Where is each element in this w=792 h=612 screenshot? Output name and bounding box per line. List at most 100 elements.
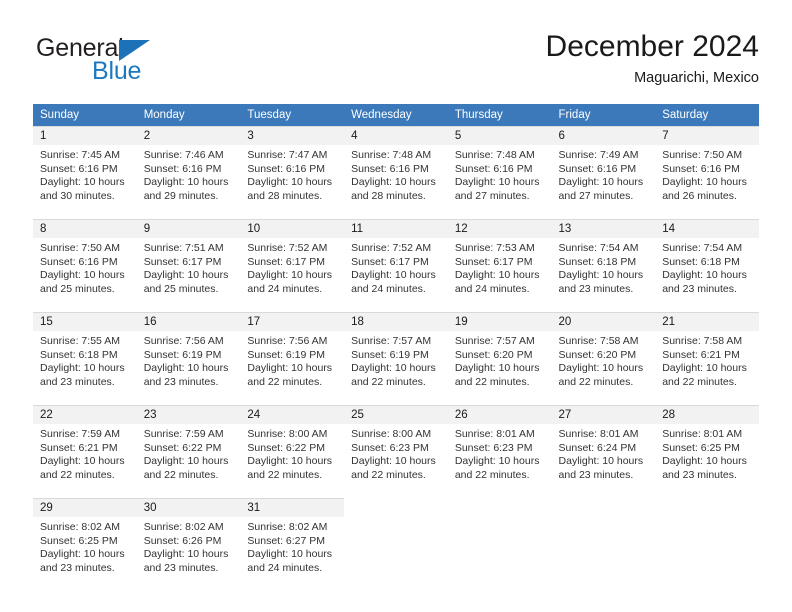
day-info-cell[interactable]: Sunrise: 7:56 AM Sunset: 6:19 PM Daylight:… xyxy=(136,331,241,406)
daylight-text-line1: Daylight: 10 hours xyxy=(662,176,747,189)
day-info-cell[interactable]: Sunrise: 8:02 AM Sunset: 6:27 PM Daylight:… xyxy=(240,517,345,591)
daylight-text-line1: Daylight: 10 hours xyxy=(247,269,333,282)
sunset-text: Sunset: 6:16 PM xyxy=(247,162,326,175)
day-number-cell[interactable]: 18 xyxy=(344,312,448,331)
day-info-cell[interactable]: Sunrise: 7:54 AM Sunset: 6:18 PM Daylight:… xyxy=(551,238,656,313)
daylight-text-line2: and 24 minutes. xyxy=(247,282,323,295)
sunrise-text: Sunrise: 7:47 AM xyxy=(247,149,328,161)
day-number-cell[interactable]: 28 xyxy=(655,405,759,424)
day-info: Sunrise: 7:54 AM Sunset: 6:18 PM Daylight:… xyxy=(655,238,759,296)
day-info-cell[interactable]: Sunrise: 7:58 AM Sunset: 6:21 PM Daylight:… xyxy=(655,331,759,406)
day-info-cell[interactable]: Sunrise: 8:02 AM Sunset: 6:26 PM Daylight:… xyxy=(136,517,241,591)
day-number-cell[interactable]: 20 xyxy=(551,312,656,331)
day-info-cell[interactable]: Sunrise: 8:00 AM Sunset: 6:22 PM Daylight:… xyxy=(240,424,345,499)
day-number-cell[interactable]: 19 xyxy=(447,312,552,331)
day-number-cell[interactable]: 11 xyxy=(344,219,448,238)
day-info: Sunrise: 7:46 AM Sunset: 6:16 PM Daylight:… xyxy=(137,145,241,203)
daylight-text-line2: and 22 minutes. xyxy=(40,468,115,481)
daylight-text-line2: and 29 minutes. xyxy=(143,189,219,202)
day-number-cell[interactable]: 22 xyxy=(33,405,137,424)
day-number-cell[interactable]: 4 xyxy=(344,126,448,145)
day-number: 9 xyxy=(143,223,151,235)
sunset-text: Sunset: 6:17 PM xyxy=(454,255,533,268)
day-info-cell[interactable]: Sunrise: 7:55 AM Sunset: 6:18 PM Daylight:… xyxy=(33,331,137,406)
sunrise-text: Sunrise: 8:01 AM xyxy=(662,428,743,440)
daylight-text-line2: and 25 minutes. xyxy=(143,282,219,295)
day-info-cell[interactable]: Sunrise: 7:52 AM Sunset: 6:17 PM Daylight:… xyxy=(344,238,448,313)
day-number-cell[interactable]: 15 xyxy=(33,312,137,331)
day-number-cell[interactable]: 7 xyxy=(655,126,759,145)
day-number-cell[interactable]: 21 xyxy=(655,312,759,331)
day-info-cell[interactable]: Sunrise: 7:50 AM Sunset: 6:16 PM Daylight:… xyxy=(655,145,759,220)
day-number-cell[interactable]: 5 xyxy=(447,126,552,145)
day-number-cell[interactable]: 31 xyxy=(240,498,345,517)
empty-day-cell xyxy=(344,498,448,517)
day-number-cell[interactable]: 2 xyxy=(136,126,241,145)
daylight-text-line2: and 23 minutes. xyxy=(40,561,115,574)
day-info-cell[interactable]: Sunrise: 8:00 AM Sunset: 6:23 PM Daylight:… xyxy=(344,424,448,499)
day-info-cell[interactable]: Sunrise: 7:54 AM Sunset: 6:18 PM Daylight:… xyxy=(655,238,759,313)
day-info: Sunrise: 7:51 AM Sunset: 6:17 PM Daylight:… xyxy=(137,238,241,296)
day-info-cell[interactable]: Sunrise: 7:58 AM Sunset: 6:20 PM Daylight:… xyxy=(551,331,656,406)
daylight-text-line1: Daylight: 10 hours xyxy=(662,269,747,282)
day-info-cell[interactable]: Sunrise: 8:02 AM Sunset: 6:25 PM Daylight:… xyxy=(33,517,137,591)
day-info-cell[interactable]: Sunrise: 7:51 AM Sunset: 6:17 PM Daylight:… xyxy=(136,238,241,313)
day-number: 12 xyxy=(454,223,468,235)
day-number: 15 xyxy=(40,316,53,328)
day-info-cell[interactable]: Sunrise: 7:45 AM Sunset: 6:16 PM Daylight:… xyxy=(33,145,137,220)
daylight-text-line2: and 22 minutes. xyxy=(351,375,426,388)
empty-day-cell xyxy=(447,498,552,517)
sunrise-text: Sunrise: 7:55 AM xyxy=(40,335,120,347)
day-number-cell[interactable]: 10 xyxy=(240,219,345,238)
day-info-cell[interactable]: Sunrise: 7:53 AM Sunset: 6:17 PM Daylight:… xyxy=(447,238,552,313)
day-number-cell[interactable]: 25 xyxy=(344,405,448,424)
day-info-cell[interactable]: Sunrise: 7:49 AM Sunset: 6:16 PM Daylight:… xyxy=(551,145,656,220)
sunrise-text: Sunrise: 7:57 AM xyxy=(351,335,432,347)
sunset-text: Sunset: 6:17 PM xyxy=(247,255,326,268)
day-info-cell[interactable]: Sunrise: 8:01 AM Sunset: 6:23 PM Daylight:… xyxy=(447,424,552,499)
day-number-cell[interactable]: 24 xyxy=(240,405,345,424)
day-number-cell[interactable]: 17 xyxy=(240,312,345,331)
sunset-text: Sunset: 6:20 PM xyxy=(454,348,533,361)
day-number-cell[interactable]: 9 xyxy=(136,219,241,238)
day-number-cell[interactable]: 26 xyxy=(447,405,552,424)
day-info-cell[interactable]: Sunrise: 7:46 AM Sunset: 6:16 PM Daylight:… xyxy=(136,145,241,220)
day-number-cell[interactable]: 3 xyxy=(240,126,345,145)
day-info-cell[interactable]: Sunrise: 7:48 AM Sunset: 6:16 PM Daylight:… xyxy=(344,145,448,220)
day-number-cell[interactable]: 23 xyxy=(136,405,241,424)
week-info-row: Sunrise: 8:02 AM Sunset: 6:25 PM Daylight:… xyxy=(33,517,759,591)
day-number-cell[interactable]: 13 xyxy=(551,219,656,238)
day-number-cell[interactable]: 6 xyxy=(551,126,656,145)
day-info-cell[interactable]: Sunrise: 7:56 AM Sunset: 6:19 PM Daylight:… xyxy=(240,331,345,406)
title-block: December 2024 Maguarichi, Mexico xyxy=(546,28,759,88)
day-number-cell[interactable]: 12 xyxy=(447,219,552,238)
day-number-cell[interactable]: 8 xyxy=(33,219,137,238)
weekday-header-sunday: Sunday xyxy=(33,104,137,127)
day-info-cell[interactable]: Sunrise: 7:59 AM Sunset: 6:22 PM Daylight:… xyxy=(136,424,241,499)
day-info-cell[interactable]: Sunrise: 8:01 AM Sunset: 6:24 PM Daylight:… xyxy=(551,424,656,499)
day-number-cell[interactable]: 14 xyxy=(655,219,759,238)
day-info-cell[interactable]: Sunrise: 7:52 AM Sunset: 6:17 PM Daylight:… xyxy=(240,238,345,313)
daylight-text-line1: Daylight: 10 hours xyxy=(662,362,747,375)
general-blue-logo[interactable]: General Blue xyxy=(33,34,233,86)
sunrise-text: Sunrise: 7:50 AM xyxy=(662,149,743,161)
day-info-cell[interactable]: Sunrise: 7:59 AM Sunset: 6:21 PM Daylight:… xyxy=(33,424,137,499)
day-number: 10 xyxy=(247,223,261,235)
sunset-text: Sunset: 6:16 PM xyxy=(662,162,740,175)
sunset-text: Sunset: 6:21 PM xyxy=(40,441,118,454)
day-info-cell[interactable]: Sunrise: 7:57 AM Sunset: 6:19 PM Daylight:… xyxy=(344,331,448,406)
day-info-cell[interactable]: Sunrise: 8:01 AM Sunset: 6:25 PM Daylight:… xyxy=(655,424,759,499)
day-info-cell[interactable]: Sunrise: 7:50 AM Sunset: 6:16 PM Daylight:… xyxy=(33,238,137,313)
day-number-cell[interactable]: 29 xyxy=(33,498,137,517)
day-number xyxy=(344,499,448,504)
day-info-cell[interactable]: Sunrise: 7:57 AM Sunset: 6:20 PM Daylight:… xyxy=(447,331,552,406)
day-info-cell[interactable]: Sunrise: 7:48 AM Sunset: 6:16 PM Daylight:… xyxy=(447,145,552,220)
day-number-cell[interactable]: 30 xyxy=(136,498,241,517)
day-number-cell[interactable]: 16 xyxy=(136,312,241,331)
week-daynumber-row: 8 9 10 11 12 13 14 xyxy=(33,219,759,238)
sunrise-text: Sunrise: 7:59 AM xyxy=(143,428,224,440)
day-info-cell[interactable]: Sunrise: 7:47 AM Sunset: 6:16 PM Daylight:… xyxy=(240,145,345,220)
day-info: Sunrise: 7:48 AM Sunset: 6:16 PM Daylight:… xyxy=(344,145,448,203)
day-number-cell[interactable]: 27 xyxy=(551,405,656,424)
day-number-cell[interactable]: 1 xyxy=(33,126,137,145)
